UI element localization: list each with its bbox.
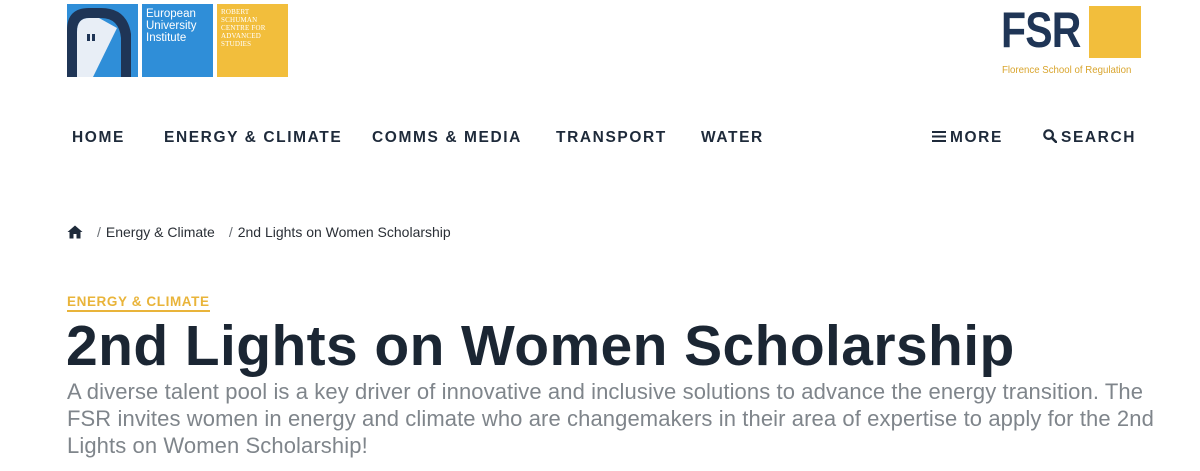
- fsr-logo[interactable]: FSR Florence School of Regulation: [1001, 2, 1141, 78]
- category-link[interactable]: ENERGY & CLIMATE: [67, 294, 210, 312]
- nav-comms-media[interactable]: COMMS & MEDIA: [372, 128, 522, 148]
- rsc-line-4: ADVANCED: [221, 32, 261, 40]
- fsr-logo-letters: FSR: [1001, 2, 1081, 58]
- rsc-wordmark: ROBERT SCHUMAN CENTRE FOR ADVANCED STUDI…: [217, 4, 288, 77]
- fsr-logo-subtitle: Florence School of Regulation: [1002, 64, 1132, 76]
- search-icon: [1043, 129, 1058, 149]
- eui-name-line-1: European: [146, 8, 196, 20]
- article-lead: A diverse talent pool is a key driver of…: [67, 379, 1154, 458]
- rsc-line-1: ROBERT: [221, 8, 250, 16]
- breadcrumb-separator: /: [97, 224, 101, 240]
- nav-search-button[interactable]: SEARCH: [1043, 128, 1136, 149]
- rsc-line-5: STUDIES: [221, 40, 252, 48]
- home-icon[interactable]: [67, 225, 83, 239]
- eui-name-line-2: University: [146, 20, 197, 32]
- page-title: 2nd Lights on Women Scholarship: [66, 314, 1015, 378]
- nav-home[interactable]: HOME: [72, 128, 125, 148]
- eui-logo[interactable]: European University Institute ROBERT SCH…: [67, 4, 288, 77]
- fsr-logo-square: [1089, 6, 1141, 58]
- eui-name-line-3: Institute: [146, 32, 187, 44]
- rsc-line-2: SCHUMAN: [221, 16, 258, 24]
- breadcrumb: / Energy & Climate / 2nd Lights on Women…: [67, 222, 451, 242]
- nav-more-label: MORE: [950, 129, 1003, 146]
- hamburger-icon: [932, 129, 946, 149]
- nav-energy-climate[interactable]: ENERGY & CLIMATE: [164, 128, 342, 148]
- eui-emblem-icon: [67, 4, 138, 77]
- nav-more-button[interactable]: MORE: [932, 128, 1003, 149]
- nav-search-label: SEARCH: [1061, 129, 1137, 146]
- nav-transport[interactable]: TRANSPORT: [556, 128, 667, 148]
- breadcrumb-current-page: 2nd Lights on Women Scholarship: [237, 224, 451, 240]
- breadcrumb-separator: /: [228, 224, 233, 240]
- eui-wordmark: European University Institute: [142, 4, 213, 77]
- rsc-line-3: CENTRE FOR: [221, 24, 266, 32]
- nav-water[interactable]: WATER: [701, 128, 764, 148]
- breadcrumb-energy-climate[interactable]: Energy & Climate: [106, 224, 215, 240]
